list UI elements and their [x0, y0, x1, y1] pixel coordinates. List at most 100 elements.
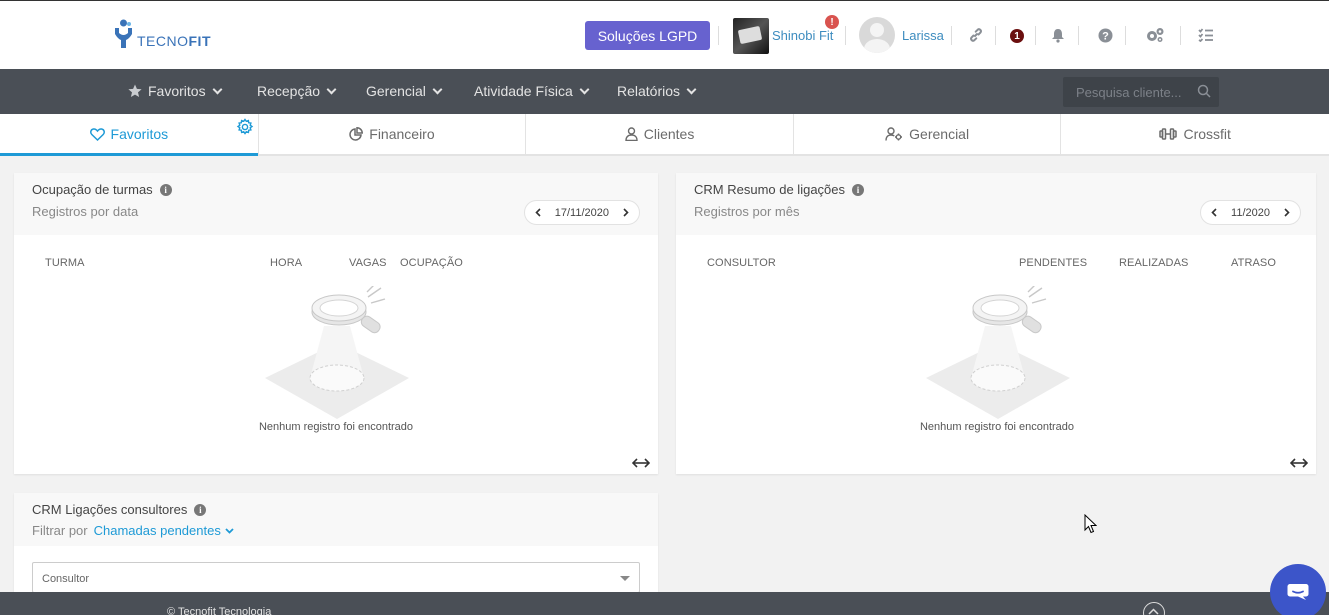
client-search-input[interactable] — [1063, 77, 1193, 107]
empty-search-illustration — [265, 286, 409, 419]
filter-dropdown[interactable]: Chamadas pendentes — [94, 523, 234, 538]
top-header: TECNOFIT Soluções LGPD Shinobi Fit ! Lar… — [0, 1, 1329, 69]
column-header: OCUPAÇÃO — [400, 257, 463, 269]
page-footer: © Tecnofit Tecnologia — [0, 592, 1329, 615]
header-divider — [718, 26, 719, 45]
nav-item-favoritos[interactable]: Favoritos — [128, 83, 223, 99]
chevron-down-icon — [225, 527, 234, 534]
user-cog-icon — [885, 127, 903, 141]
svg-text:?: ? — [1102, 30, 1109, 42]
consultor-select[interactable]: Consultor — [32, 562, 640, 592]
header-divider — [995, 26, 996, 45]
card-title-text: CRM Resumo de ligações — [694, 182, 846, 197]
nav-item-atividade-fisica[interactable]: Atividade Física — [474, 83, 590, 99]
tab-label: Financeiro — [369, 126, 435, 142]
card-title: CRM Resumo de ligações i — [694, 182, 1298, 197]
gear-icon[interactable] — [236, 118, 254, 136]
tab-gerencial[interactable]: Gerencial — [794, 114, 1062, 154]
chevron-down-icon — [579, 84, 590, 94]
heart-icon — [89, 127, 105, 141]
nav-label: Recepção — [257, 83, 321, 99]
chevron-down-icon — [686, 84, 697, 94]
branch-logo[interactable] — [733, 18, 769, 54]
chevron-right-icon[interactable] — [619, 206, 633, 220]
expand-width-icon[interactable] — [1290, 458, 1308, 468]
expand-width-icon[interactable] — [632, 458, 650, 468]
bell-icon[interactable] — [1048, 25, 1068, 45]
nav-item-gerencial[interactable]: Gerencial — [366, 83, 443, 99]
caret-down-icon — [620, 576, 630, 581]
logo-text: TECNOFIT — [137, 33, 211, 49]
chevron-left-icon[interactable] — [531, 206, 545, 220]
nav-label: Relatórios — [617, 83, 681, 99]
empty-state-message: Nenhum registro foi encontrado — [919, 421, 1075, 433]
info-icon[interactable]: i — [852, 183, 865, 196]
card-title: Ocupação de turmas i — [32, 182, 640, 197]
column-header: ATRASO — [1231, 257, 1277, 269]
column-header: PENDENTES — [1019, 257, 1088, 269]
link-icon[interactable] — [966, 25, 986, 45]
chevron-down-icon — [212, 84, 223, 94]
tab-label: Gerencial — [909, 126, 970, 142]
nav-label: Gerencial — [366, 83, 426, 99]
notification-count-badge[interactable]: 1 — [1010, 29, 1024, 43]
chevron-right-icon[interactable] — [1280, 206, 1294, 220]
tab-clientes[interactable]: Clientes — [526, 114, 794, 154]
tab-crossfit[interactable]: Crossfit — [1061, 114, 1329, 154]
header-divider — [951, 26, 952, 45]
chat-bubble-icon — [1287, 584, 1309, 600]
current-month: 11/2020 — [1231, 206, 1270, 219]
tab-label: Favoritos — [110, 126, 169, 142]
select-placeholder: Consultor — [42, 573, 90, 585]
column-header: TURMA — [45, 257, 85, 269]
card-title-text: CRM Ligações consultores — [32, 502, 188, 517]
column-header: VAGAS — [349, 257, 387, 269]
info-icon[interactable]: i — [159, 183, 172, 196]
checklist-icon[interactable] — [1196, 25, 1216, 45]
card-ocupacao-turmas: Ocupação de turmas i Registros por data … — [14, 173, 658, 474]
empty-state-message: Nenhum registro foi encontrado — [258, 421, 414, 433]
chevron-down-icon — [326, 84, 337, 94]
user-avatar[interactable] — [859, 17, 895, 53]
scroll-to-top-icon[interactable] — [1143, 602, 1165, 615]
filter-row: Filtrar por Chamadas pendentes — [32, 523, 640, 538]
header-divider — [1078, 26, 1079, 45]
header-divider — [1180, 26, 1181, 45]
chevron-left-icon[interactable] — [1207, 206, 1221, 220]
header-divider — [845, 26, 846, 45]
card-header: CRM Resumo de ligações i Registros por m… — [676, 173, 1316, 235]
user-icon — [625, 127, 638, 141]
star-icon — [128, 84, 142, 97]
nav-label: Favoritos — [148, 83, 206, 99]
card-header: Ocupação de turmas i Registros por data … — [14, 173, 658, 235]
card-crm-resumo-ligacoes: CRM Resumo de ligações i Registros por m… — [676, 173, 1316, 474]
tecnofit-logo[interactable]: TECNOFIT — [113, 19, 211, 49]
column-header: REALIZADAS — [1119, 257, 1189, 269]
nav-item-recepcao[interactable]: Recepção — [257, 83, 337, 99]
chat-support-button[interactable] — [1270, 564, 1326, 615]
search-icon[interactable] — [1197, 84, 1211, 98]
user-name-link[interactable]: Larissa — [902, 28, 944, 43]
dumbbell-icon — [1159, 128, 1178, 140]
filter-label: Filtrar por — [32, 523, 88, 538]
header-divider — [1125, 26, 1126, 45]
mouse-cursor-icon — [1084, 514, 1097, 534]
column-header: HORA — [270, 257, 303, 269]
branch-alert-badge[interactable]: ! — [825, 15, 839, 29]
settings-cogs-icon[interactable] — [1145, 25, 1165, 45]
branch-name-link[interactable]: Shinobi Fit — [772, 28, 833, 43]
tab-financeiro[interactable]: Financeiro — [259, 114, 527, 154]
info-icon[interactable]: i — [194, 503, 207, 516]
dashboard-tabs: Favoritos Financeiro Clientes Gerencial … — [0, 114, 1329, 156]
tab-favoritos[interactable]: Favoritos — [0, 114, 259, 156]
copyright-text: © Tecnofit Tecnologia — [167, 606, 272, 615]
lgpd-solutions-button[interactable]: Soluções LGPD — [585, 21, 710, 50]
tab-label: Crossfit — [1183, 126, 1231, 142]
nav-item-relatorios[interactable]: Relatórios — [617, 83, 697, 99]
help-icon[interactable]: ? — [1095, 25, 1115, 45]
month-navigator: 11/2020 — [1200, 200, 1301, 225]
main-navbar: Favoritos Recepção Gerencial Atividade F… — [0, 69, 1329, 114]
filter-value: Chamadas pendentes — [93, 523, 221, 538]
card-header: CRM Ligações consultores i Filtrar por C… — [14, 493, 658, 546]
chevron-down-icon — [432, 84, 443, 94]
